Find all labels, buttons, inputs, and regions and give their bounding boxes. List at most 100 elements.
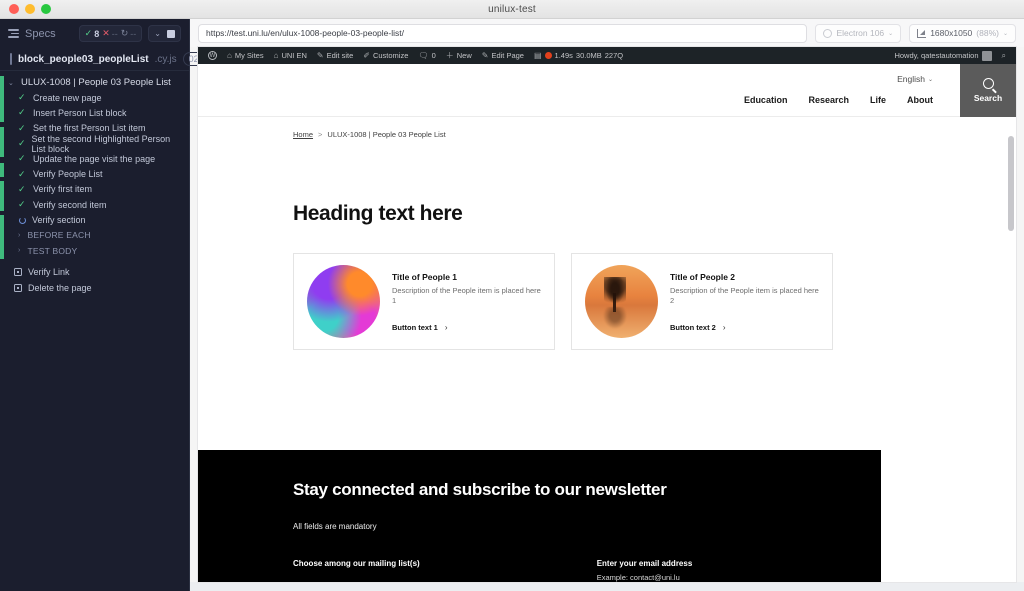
nav-item-about[interactable]: About [907,95,933,105]
hook-before-each[interactable]: › BEFORE EACH [0,228,189,243]
test-label: Verify People List [33,169,103,180]
breadcrumb-home-link[interactable]: Home [293,130,313,139]
command-item[interactable]: Delete the page [0,280,189,296]
page-content: Home > ULUX-1008 | People 03 People List… [198,117,1016,582]
scrollbar-thumb[interactable] [1008,136,1014,231]
recording-indicator-icon [544,52,552,59]
hook-test-body[interactable]: › TEST BODY [0,243,189,258]
test-label: Create new page [33,92,102,103]
command-label: Delete the page [28,283,92,294]
nav-item-education[interactable]: Education [744,95,788,105]
test-stats: ✓ 8 ✕ -- ↻ -- [78,25,143,42]
wp-site-name[interactable]: ⌂ UNI EN [269,47,312,64]
window-title: unilux-test [488,3,536,15]
wp-my-account[interactable]: Howdy, qatestautomation [889,47,996,64]
newsletter-section: Stay connected and subscribe to our news… [198,450,881,582]
wp-item-label: UNI EN [281,51,307,60]
command-icon [14,268,22,277]
menu-icon[interactable] [8,29,19,38]
wp-search-button[interactable]: ⌕ [997,47,1011,64]
wp-my-sites[interactable]: ⌂ My Sites [222,47,269,64]
newsletter-email-field: Enter your email address Example: contac… [597,559,693,582]
wp-edit-site[interactable]: ✎ Edit site [312,47,358,64]
spec-file-extension: .cy.js [154,53,177,65]
wp-comments[interactable]: 🗨 0 [413,47,440,64]
check-icon: ✓ [18,153,26,164]
wp-customize[interactable]: ✐ Customize [358,47,413,64]
test-item[interactable]: ✓ Set the second Highlighted Person List… [0,134,189,154]
specs-label: Specs [25,27,56,40]
people-card-title: Title of People 1 [392,271,458,282]
browser-selector[interactable]: Electron 106 ⌄ [815,23,902,43]
wp-new-content[interactable]: ＋ New [441,47,477,64]
wp-comment-count: 0 [431,51,436,60]
url-input[interactable]: https://test.uni.lu/en/ulux-1008-people-… [198,23,808,43]
test-item-running[interactable]: Verify section [0,212,189,227]
people-card-button[interactable]: Button text 2 › [670,323,819,332]
site-header: English ⌄ Education Research Life About … [198,64,1016,117]
command-log-rail [0,71,4,259]
nav-item-research[interactable]: Research [808,95,849,105]
browser-icon [823,28,833,38]
test-item[interactable]: ✓ Verify second item [0,197,189,212]
people-card[interactable]: Title of People 2 Description of the Peo… [571,253,833,350]
newsletter-title: Stay connected and subscribe to our news… [293,480,667,499]
wp-logo-menu[interactable]: W [203,47,222,64]
command-item[interactable]: Verify Link [0,264,189,280]
wp-edit-page[interactable]: ✎ Edit Page [477,47,529,64]
people-card-button[interactable]: Button text 1 › [392,323,541,332]
metric-memory: 30.0MB [575,51,602,60]
chevron-down-icon[interactable]: ⌄ [154,29,161,38]
check-icon: ✓ [18,107,26,118]
app-preview-pane: https://test.uni.lu/en/ulux-1008-people-… [190,19,1024,591]
wp-item-label: My Sites [234,51,264,60]
failed-count: -- [111,28,118,39]
command-label: Verify Link [28,267,70,278]
site-search-button[interactable]: Search [960,64,1016,117]
viewport-selector[interactable]: 1680x1050 (88%) ⌄ [909,23,1016,43]
wp-query-monitor[interactable]: ▤ 1.49s 30.0MB 227Q [529,47,628,64]
hook-label: TEST BODY [27,245,78,256]
chevron-down-icon[interactable]: ⌄ [8,79,16,87]
email-label: Enter your email address [596,559,693,568]
avatar [981,50,992,61]
wordpress-icon: W [208,51,217,60]
wp-admin-bar-right: Howdy, qatestautomation ⌕ [889,47,1011,64]
test-item[interactable]: ✓ Verify first item [0,182,189,197]
wp-item-label: Customize [372,51,409,60]
breadcrumb-current: ULUX-1008 | People 03 People List [327,130,446,139]
people-card[interactable]: Title of People 1 Description of the Peo… [293,253,555,350]
wp-item-label: Edit Page [491,51,524,60]
stat-pending: ↻ -- [121,29,137,39]
refresh-icon: ↻ [120,28,129,38]
test-item[interactable]: ✓ Verify People List [0,166,189,181]
people-avatar-image [307,265,380,338]
page-scrollbar[interactable] [1008,136,1014,580]
breadcrumb-separator: > [318,130,323,139]
reflection-shape [602,307,628,330]
chevron-right-icon[interactable]: › [18,232,21,239]
stop-icon[interactable] [167,29,175,38]
chevron-down-icon: ⌄ [1002,30,1008,37]
spec-file-header[interactable]: block_people03_peopleList .cy.js 02:22 [0,48,218,70]
language-switcher[interactable]: English ⌄ [897,74,933,84]
sites-icon: ⌂ [227,50,232,60]
spinner-icon [19,216,26,224]
people-card-button-label: Button text 1 [392,322,438,332]
test-item[interactable]: ✓ Insert Person List block [0,105,189,120]
browser-url-bar: https://test.uni.lu/en/ulux-1008-people-… [190,19,1024,47]
people-card-title: Title of People 2 [670,271,736,282]
test-item[interactable]: ✓ Create new page [0,90,189,105]
application-window: unilux-test Specs ✓ 8 ✕ -- ↻ -- ⌄ block_… [0,0,1024,591]
pending-count: -- [130,28,137,39]
nav-item-life[interactable]: Life [870,95,886,105]
stat-passed: ✓ 8 [85,29,100,39]
check-icon: ✓ [18,122,26,133]
check-icon: ✓ [84,28,93,38]
people-avatar-image [585,265,658,338]
chevron-right-icon[interactable]: › [18,247,21,254]
window-titlebar: unilux-test [0,0,1024,19]
chevron-right-icon: › [444,322,448,332]
test-label: Verify first item [33,184,93,195]
suite-header[interactable]: ⌄ ULUX-1008 | People 03 People List [0,75,189,90]
